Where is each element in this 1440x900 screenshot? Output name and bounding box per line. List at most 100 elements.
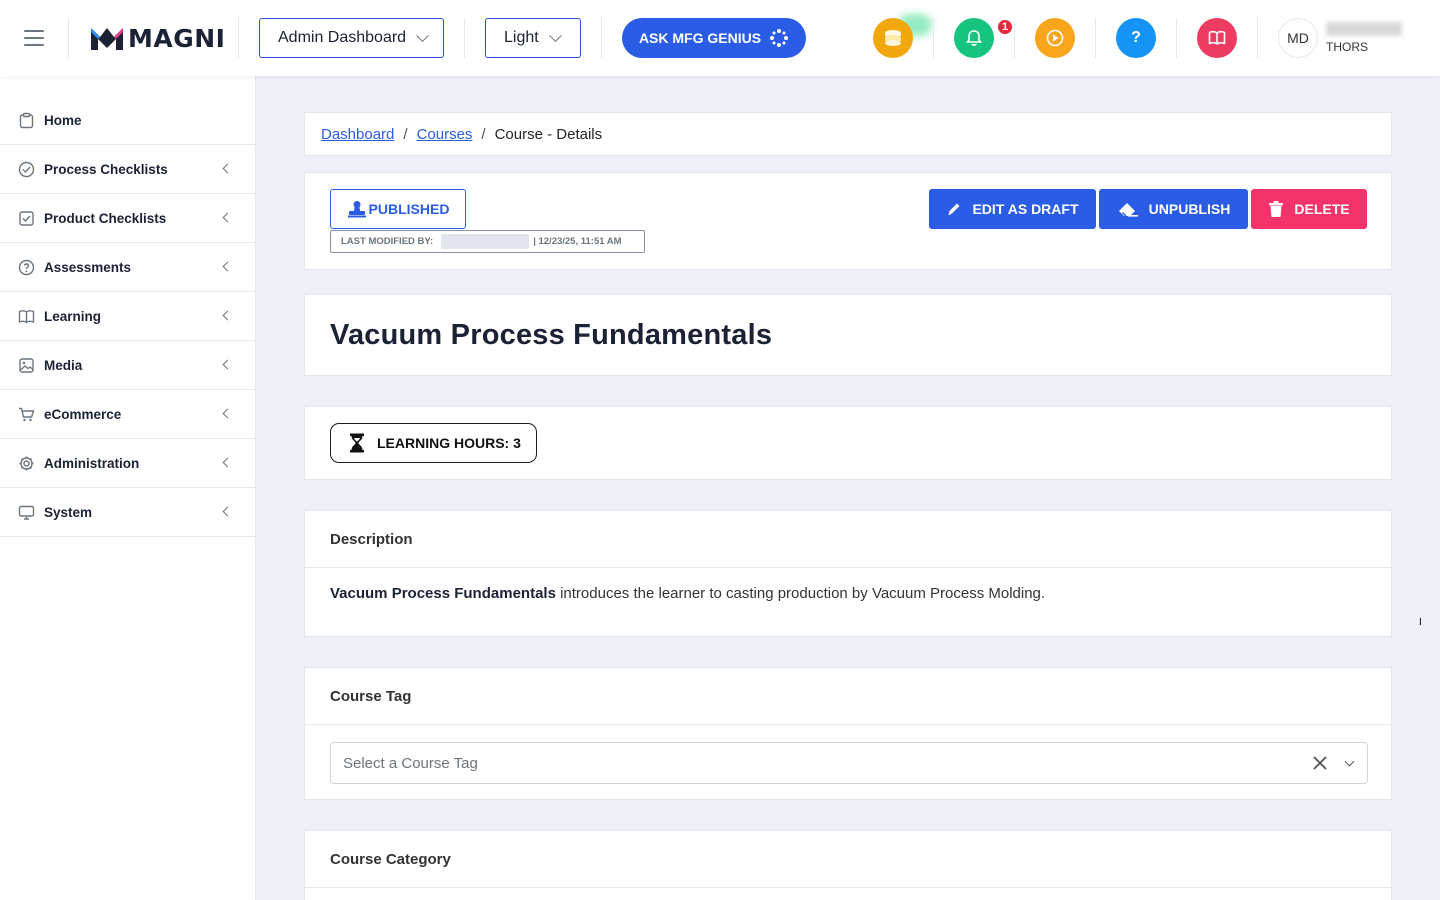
dashboard-select[interactable]: Admin Dashboard <box>259 18 444 58</box>
magni-logo-icon <box>91 28 123 50</box>
top-header: MAGNI Admin Dashboard Light ASK MFG GENI… <box>0 0 1440 76</box>
coins-icon <box>885 30 901 46</box>
clipboard-icon <box>19 112 34 128</box>
pencil-icon <box>948 203 960 215</box>
user-avatar[interactable]: MD <box>1278 18 1318 58</box>
coins-button[interactable] <box>873 18 913 58</box>
course-tag-card: Course Tag Select a Course Tag <box>304 667 1392 800</box>
sidebar-item-administration[interactable]: Administration <box>0 439 255 488</box>
chevron-down-icon <box>416 28 429 42</box>
description-text: introduces the learner to casting produc… <box>555 585 1046 602</box>
course-tag-heading: Course Tag <box>305 668 1391 725</box>
description-course-name: Vacuum Process Fundamentals <box>330 585 556 602</box>
unpublish-button[interactable]: UNPUBLISH <box>1099 189 1248 229</box>
course-title-card: Vacuum Process Fundamentals <box>304 294 1392 376</box>
breadcrumb-separator: / <box>403 125 408 143</box>
hourglass-icon <box>350 433 364 453</box>
brand-name: MAGNI <box>128 23 226 53</box>
breadcrumb-separator: / <box>481 125 486 143</box>
header-divider <box>601 18 602 58</box>
last-modified-info: LAST MODIFIED BY: | 12/23/25, 11:51 AM <box>330 230 645 253</box>
edit-as-draft-label: EDIT AS DRAFT <box>972 201 1079 217</box>
clear-icon[interactable] <box>1311 754 1329 772</box>
header-divider <box>1014 18 1015 58</box>
video-button[interactable] <box>1035 18 1075 58</box>
dashboard-select-value: Admin Dashboard <box>278 29 407 46</box>
unpublish-label: UNPUBLISH <box>1148 201 1231 217</box>
sidebar-item-product-checklists[interactable]: Product Checklists <box>0 194 255 243</box>
last-modified-time: | 12/23/25, 11:51 AM <box>533 236 622 247</box>
chevron-left-icon <box>222 457 233 468</box>
chevron-down-icon[interactable] <box>1344 756 1355 767</box>
breadcrumb: Dashboard / Courses / Course - Details <box>304 112 1392 156</box>
chevron-left-icon <box>222 310 233 321</box>
course-title: Vacuum Process Fundamentals <box>330 318 773 351</box>
status-card: PUBLISHED LAST MODIFIED BY: | 12/23/25, … <box>304 172 1392 270</box>
edit-as-draft-button[interactable]: EDIT AS DRAFT <box>929 189 1096 229</box>
sidebar-item-assessments[interactable]: Assessments <box>0 243 255 292</box>
header-divider <box>1176 18 1177 58</box>
sidebar-item-process-checklists[interactable]: Process Checklists <box>0 145 255 194</box>
notifications-button[interactable] <box>954 18 994 58</box>
sidebar-item-home[interactable]: Home <box>0 96 255 145</box>
chevron-left-icon <box>222 163 233 174</box>
sidebar-item-media[interactable]: Media <box>0 341 255 390</box>
eraser-icon <box>1118 203 1138 217</box>
hamburger-menu-icon[interactable] <box>24 30 44 46</box>
delete-label: DELETE <box>1294 201 1350 217</box>
user-name-redacted <box>1326 22 1402 36</box>
course-category-heading: Course Category <box>305 831 1391 888</box>
question-circle-icon <box>18 259 35 275</box>
monitor-icon <box>18 505 35 520</box>
description-body: Vacuum Process Fundamentals introduces t… <box>305 568 1391 619</box>
image-icon <box>19 357 34 373</box>
breadcrumb-current: Course - Details <box>494 125 603 143</box>
help-button[interactable]: ? <box>1116 18 1156 58</box>
gear-icon <box>19 456 34 470</box>
header-divider <box>464 18 465 58</box>
chevron-left-icon <box>222 506 233 517</box>
sidebar-item-label: Assessments <box>44 259 132 275</box>
docs-button[interactable] <box>1197 18 1237 58</box>
published-status-button[interactable]: PUBLISHED <box>330 189 466 229</box>
delete-button[interactable]: DELETE <box>1251 189 1367 229</box>
breadcrumb-courses-link[interactable]: Courses <box>417 126 473 143</box>
chevron-left-icon <box>222 359 233 370</box>
brand-logo[interactable]: MAGNI <box>90 23 226 53</box>
sidebar-item-learning[interactable]: Learning <box>0 292 255 341</box>
description-heading: Description <box>305 511 1391 568</box>
course-category-card: Course Category <box>304 830 1392 900</box>
sidebar-item-label: Administration <box>44 455 140 471</box>
chevron-left-icon <box>222 261 233 272</box>
check-circle-icon <box>18 161 35 177</box>
book-open-icon <box>1208 31 1226 45</box>
header-divider <box>68 18 69 58</box>
sidebar-item-label: Process Checklists <box>44 161 168 177</box>
bell-icon <box>966 30 982 46</box>
user-organization: THORS <box>1326 40 1368 54</box>
sidebar-item-label: Product Checklists <box>44 210 167 226</box>
sidebar-item-system[interactable]: System <box>0 488 255 537</box>
description-card: Description Vacuum Process Fundamentals … <box>304 510 1392 637</box>
text-cursor-icon: I <box>1419 617 1422 628</box>
learning-hours-badge: LEARNING HOURS: 3 <box>330 423 537 463</box>
question-mark-icon: ? <box>1131 29 1141 46</box>
sidebar-item-label: Home <box>44 112 82 128</box>
trash-icon <box>1269 201 1284 217</box>
notification-count-badge: 1 <box>996 18 1014 36</box>
ask-mfg-genius-button[interactable]: ASK MFG GENIUS <box>622 18 806 58</box>
theme-select-value: Light <box>504 29 539 46</box>
sidebar-item-ecommerce[interactable]: eCommerce <box>0 390 255 439</box>
breadcrumb-dashboard-link[interactable]: Dashboard <box>321 126 394 143</box>
sidebar-item-label: eCommerce <box>44 406 122 422</box>
chevron-left-icon <box>222 408 233 419</box>
last-modified-label: LAST MODIFIED BY: <box>341 236 434 247</box>
sidebar-item-label: System <box>44 504 93 520</box>
header-divider <box>933 18 934 58</box>
theme-select[interactable]: Light <box>485 18 581 58</box>
check-square-icon <box>19 210 34 226</box>
course-tag-select[interactable]: Select a Course Tag <box>330 742 1368 784</box>
sidebar: Home Process Checklists Product Checklis… <box>0 76 256 900</box>
header-divider <box>1257 18 1258 58</box>
header-divider <box>1095 18 1096 58</box>
